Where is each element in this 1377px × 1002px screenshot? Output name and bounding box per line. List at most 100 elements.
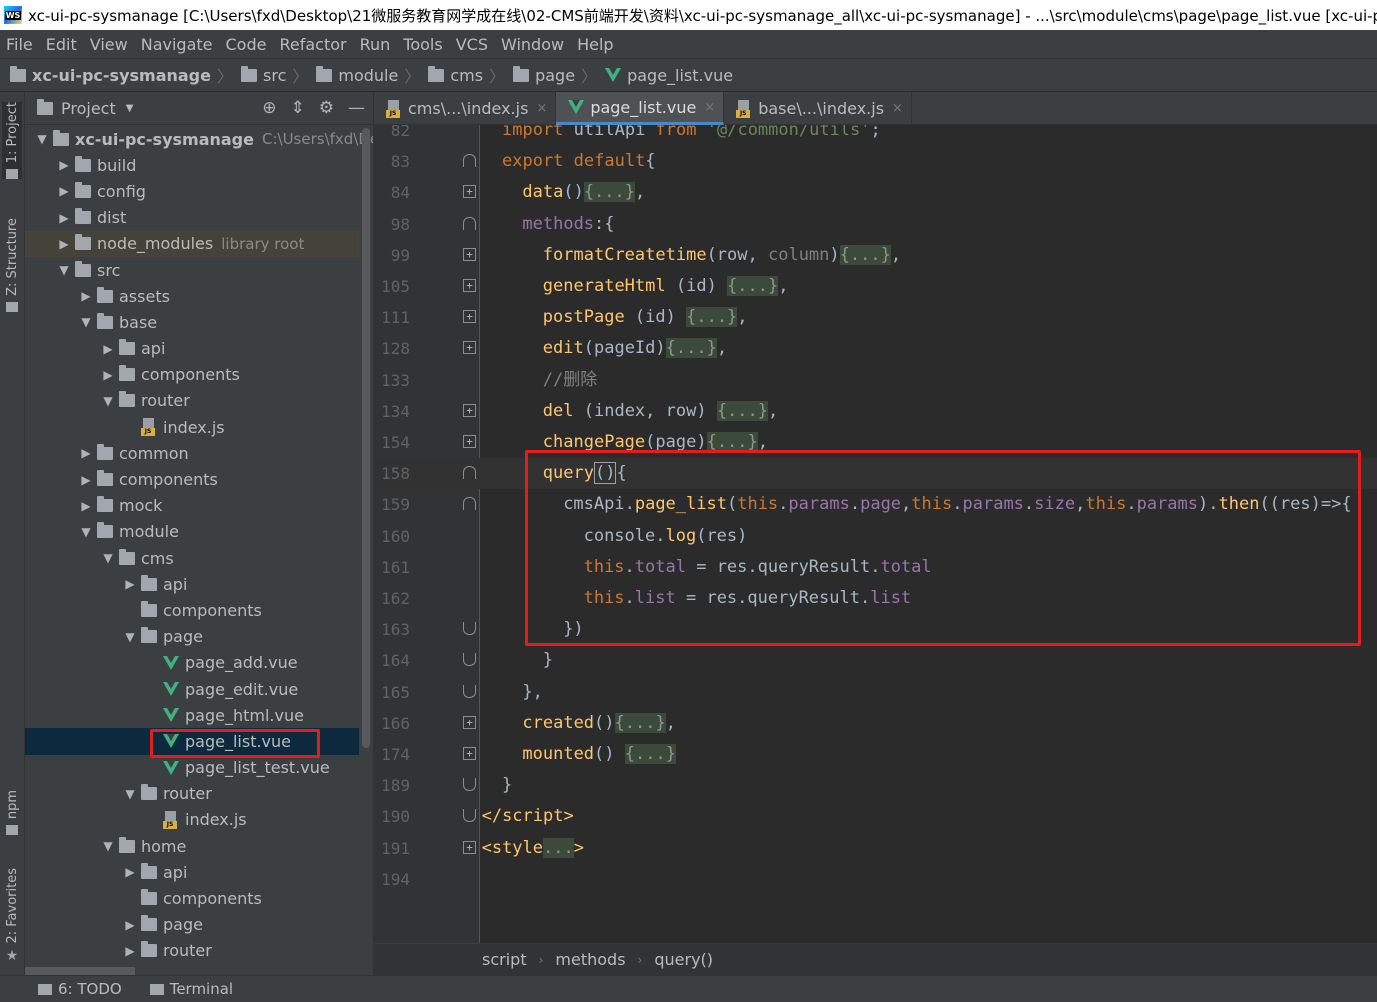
- structure-tool-tab[interactable]: Z: Structure: [2, 218, 22, 312]
- breadcrumb-item[interactable]: xc-ui-pc-sysmanage 〉: [10, 63, 233, 87]
- tree-item[interactable]: ▼ router: [25, 781, 359, 807]
- gear-icon[interactable]: ⚙: [319, 98, 334, 118]
- collapsed-arrow-icon[interactable]: ▶: [97, 368, 119, 382]
- fold-expand-icon[interactable]: +: [463, 185, 476, 199]
- expanded-arrow-icon[interactable]: ▼: [97, 394, 119, 408]
- fold-end-icon[interactable]: [463, 684, 476, 698]
- editor-tab[interactable]: cms\...\index.js ×: [374, 92, 557, 125]
- breadcrumb-item[interactable]: module 〉: [316, 63, 420, 87]
- tree-item[interactable]: ▶ components: [25, 362, 359, 388]
- expanded-arrow-icon[interactable]: ▼: [97, 551, 119, 565]
- fold-expand-icon[interactable]: +: [463, 403, 476, 417]
- fold-end-icon[interactable]: [463, 653, 476, 667]
- tree-item[interactable]: ▶ common: [25, 440, 359, 466]
- tree-item[interactable]: page_list_test.vue: [25, 755, 359, 781]
- collapsed-arrow-icon[interactable]: ▶: [75, 499, 97, 513]
- terminal-tool-button[interactable]: Terminal: [149, 980, 233, 998]
- breadcrumb-item[interactable]: page 〉: [513, 63, 597, 87]
- tree-item[interactable]: ▶ api: [25, 571, 359, 597]
- tree-item[interactable]: index.js: [25, 414, 359, 440]
- expanded-arrow-icon[interactable]: ▼: [31, 132, 53, 146]
- fold-expand-icon[interactable]: +: [463, 435, 476, 448]
- tree-item[interactable]: ▼ cms: [25, 545, 359, 571]
- tree-item[interactable]: ▶ api: [25, 859, 359, 885]
- tree-item[interactable]: page_add.vue: [25, 650, 359, 676]
- expanded-arrow-icon[interactable]: ▼: [97, 839, 119, 853]
- collapsed-arrow-icon[interactable]: ▶: [97, 342, 119, 356]
- tree-item[interactable]: ▼ src: [25, 257, 359, 283]
- breadcrumb-item[interactable]: src 〉: [241, 63, 308, 87]
- project-panel-title[interactable]: Project: [61, 99, 116, 118]
- menu-tools[interactable]: Tools: [397, 35, 449, 54]
- tree-item[interactable]: ▼ base: [25, 309, 359, 335]
- tree-item-selected[interactable]: page_list.vue: [25, 728, 359, 755]
- tree-item[interactable]: ▶ router: [25, 938, 359, 964]
- expanded-arrow-icon[interactable]: ▼: [75, 525, 97, 539]
- fold-end-icon[interactable]: [463, 622, 476, 636]
- editor-tab[interactable]: base\...\index.js ×: [724, 92, 912, 125]
- tree-item[interactable]: ▶ components: [25, 466, 359, 492]
- tree-item[interactable]: ▼ xc-ui-pc-sysmanage C:\Users\fxd\Desktop: [25, 126, 373, 152]
- menu-vcs[interactable]: VCS: [450, 35, 495, 54]
- menu-navigate[interactable]: Navigate: [135, 35, 220, 54]
- project-tool-tab[interactable]: 1: Project: [2, 102, 22, 180]
- tree-item[interactable]: ▶ config: [25, 178, 359, 204]
- fold-expand-icon[interactable]: +: [463, 715, 476, 729]
- fold-collapse-icon[interactable]: [463, 216, 476, 230]
- tree-item[interactable]: ▶ node_modules library root: [25, 230, 359, 257]
- editor-crumb[interactable]: methods: [555, 950, 625, 969]
- tree-item[interactable]: components: [25, 597, 359, 623]
- collapsed-arrow-icon[interactable]: ▶: [75, 473, 97, 487]
- collapsed-arrow-icon[interactable]: ▶: [75, 446, 97, 460]
- tree-item[interactable]: ▼ router: [25, 388, 359, 414]
- project-scrollbar[interactable]: [362, 128, 370, 748]
- tree-item[interactable]: ▶ build: [25, 152, 359, 178]
- todo-tool-button[interactable]: 6: TODO: [38, 980, 122, 998]
- expanded-arrow-icon[interactable]: ▼: [53, 263, 75, 277]
- tree-item[interactable]: ▼ home: [25, 833, 359, 859]
- npm-tool-tab[interactable]: npm: [2, 790, 22, 836]
- expanded-arrow-icon[interactable]: ▼: [119, 630, 141, 644]
- menu-edit[interactable]: Edit: [40, 35, 84, 54]
- menu-refactor[interactable]: Refactor: [273, 35, 353, 54]
- editor-crumb[interactable]: script: [482, 950, 527, 969]
- code-area[interactable]: 82 import utilApi from '@/common/utils'; 8…: [374, 125, 1377, 943]
- tree-item[interactable]: ▼ module: [25, 519, 359, 545]
- project-horizontal-scrollbar[interactable]: [25, 967, 135, 975]
- tree-item[interactable]: index.js: [25, 807, 359, 833]
- menu-view[interactable]: View: [84, 35, 135, 54]
- expanded-arrow-icon[interactable]: ▼: [75, 315, 97, 329]
- fold-expand-icon[interactable]: +: [463, 747, 476, 760]
- collapsed-arrow-icon[interactable]: ▶: [53, 158, 75, 172]
- menu-run[interactable]: Run: [354, 35, 398, 54]
- collapsed-arrow-icon[interactable]: ▶: [53, 184, 75, 198]
- menu-window[interactable]: Window: [495, 35, 571, 54]
- fold-end-icon[interactable]: [463, 809, 476, 823]
- fold-expand-icon[interactable]: +: [463, 247, 476, 261]
- tree-item[interactable]: ▶ dist: [25, 205, 359, 231]
- fold-expand-icon[interactable]: +: [463, 840, 476, 854]
- close-icon[interactable]: ×: [892, 101, 903, 116]
- tree-item[interactable]: ▼ page: [25, 624, 359, 650]
- collapsed-arrow-icon[interactable]: ▶: [75, 289, 97, 303]
- tree-item[interactable]: ▶ api: [25, 336, 359, 362]
- fold-expand-icon[interactable]: +: [463, 279, 476, 292]
- tree-item[interactable]: page_html.vue: [25, 702, 359, 728]
- fold-end-icon[interactable]: [463, 778, 476, 792]
- scroll-from-source-icon[interactable]: ⊕: [262, 98, 276, 118]
- expanded-arrow-icon[interactable]: ▼: [119, 787, 141, 801]
- fold-expand-icon[interactable]: +: [463, 310, 476, 324]
- fold-collapse-icon[interactable]: [463, 466, 476, 480]
- editor-tab[interactable]: page_list.vue ×: [556, 92, 725, 125]
- tree-item[interactable]: ▶ page: [25, 912, 359, 938]
- breadcrumb-item[interactable]: cms 〉: [428, 63, 505, 87]
- fold-collapse-icon[interactable]: [463, 154, 476, 168]
- breadcrumb-item[interactable]: page_list.vue: [605, 66, 733, 85]
- collapsed-arrow-icon[interactable]: ▶: [53, 211, 75, 225]
- collapsed-arrow-icon[interactable]: ▶: [119, 577, 141, 591]
- collapsed-arrow-icon[interactable]: ▶: [53, 237, 75, 251]
- menu-help[interactable]: Help: [571, 35, 620, 54]
- tree-item[interactable]: ▶ mock: [25, 493, 359, 519]
- chevron-down-icon[interactable]: ▼: [126, 103, 134, 114]
- fold-collapse-icon[interactable]: [463, 497, 476, 511]
